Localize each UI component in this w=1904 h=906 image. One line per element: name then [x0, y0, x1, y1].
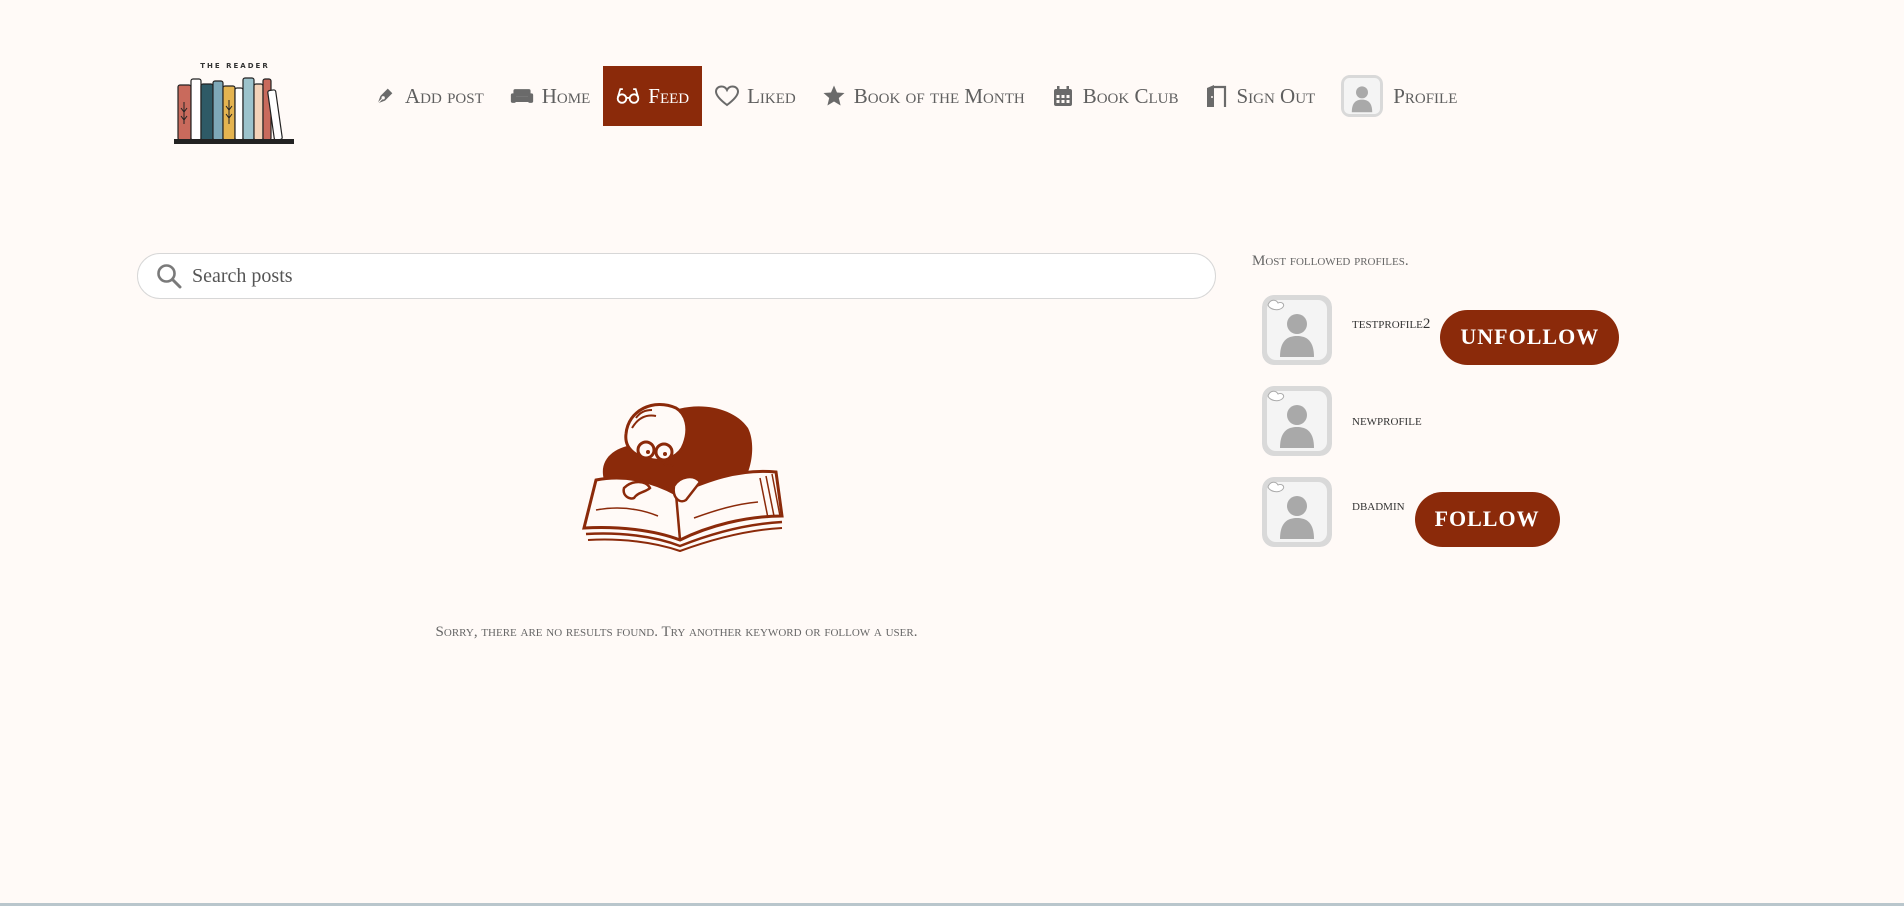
nav-sign-out[interactable]: Sign Out [1191, 66, 1328, 126]
logo-text: THE READER [200, 62, 270, 70]
pen-icon [373, 84, 397, 108]
logo[interactable]: THE READER [172, 60, 298, 144]
avatar [1341, 75, 1384, 117]
profile-name[interactable]: newprofile [1352, 413, 1422, 430]
nav-book-of-the-month-label: Book of the Month [853, 83, 1025, 108]
nav-feed-label: Feed [648, 83, 690, 108]
search-input[interactable] [190, 263, 1215, 289]
avatar[interactable] [1262, 295, 1332, 365]
avatar[interactable] [1262, 477, 1332, 547]
nav-home[interactable]: Home [497, 66, 604, 126]
nav-liked[interactable]: Liked [702, 66, 809, 126]
unfollow-button[interactable]: UNFOLLOW [1440, 309, 1620, 365]
profile-row: dbadmin FOLLOW [1262, 477, 1560, 547]
sidebar-title: Most followed profiles. [1252, 253, 1409, 269]
reading-man-illustration [576, 388, 786, 553]
nav-profile[interactable]: Profile [1328, 66, 1470, 126]
bookshelf-logo-icon [174, 77, 294, 144]
follow-button[interactable]: FOLLOW [1414, 491, 1560, 547]
profile-row: testprofile2 UNFOLLOW [1262, 295, 1620, 365]
star-icon [822, 84, 846, 108]
nav-sign-out-label: Sign Out [1236, 83, 1316, 108]
calendar-icon [1051, 84, 1075, 108]
nav-home-label: Home [541, 83, 591, 108]
door-icon [1204, 84, 1228, 108]
nav-book-club[interactable]: Book Club [1038, 66, 1192, 126]
nav-book-club-label: Book Club [1082, 83, 1179, 108]
heart-icon [715, 84, 740, 108]
nav-liked-label: Liked [747, 83, 796, 108]
profile-row: newprofile [1262, 386, 1422, 456]
nav-feed[interactable]: Feed [603, 66, 703, 126]
navbar: THE READER Add post Home Feed Liked Book… [0, 0, 1904, 190]
nav-add-post[interactable]: Add post [360, 66, 497, 126]
search-icon [156, 263, 182, 289]
nav-add-post-label: Add post [405, 83, 484, 108]
nav-profile-label: Profile [1393, 83, 1458, 108]
profile-name[interactable]: testprofile2 [1352, 316, 1430, 333]
search-bar[interactable] [137, 253, 1216, 299]
nav-book-of-the-month[interactable]: Book of the Month [809, 66, 1038, 126]
nav-links: Add post Home Feed Liked Book of the Mon… [360, 66, 1470, 126]
avatar[interactable] [1262, 386, 1332, 456]
profile-name[interactable]: dbadmin [1352, 498, 1405, 515]
glasses-icon [616, 84, 640, 108]
empty-state-message: Sorry, there are no results found. Try a… [435, 624, 918, 640]
couch-icon [510, 84, 534, 108]
